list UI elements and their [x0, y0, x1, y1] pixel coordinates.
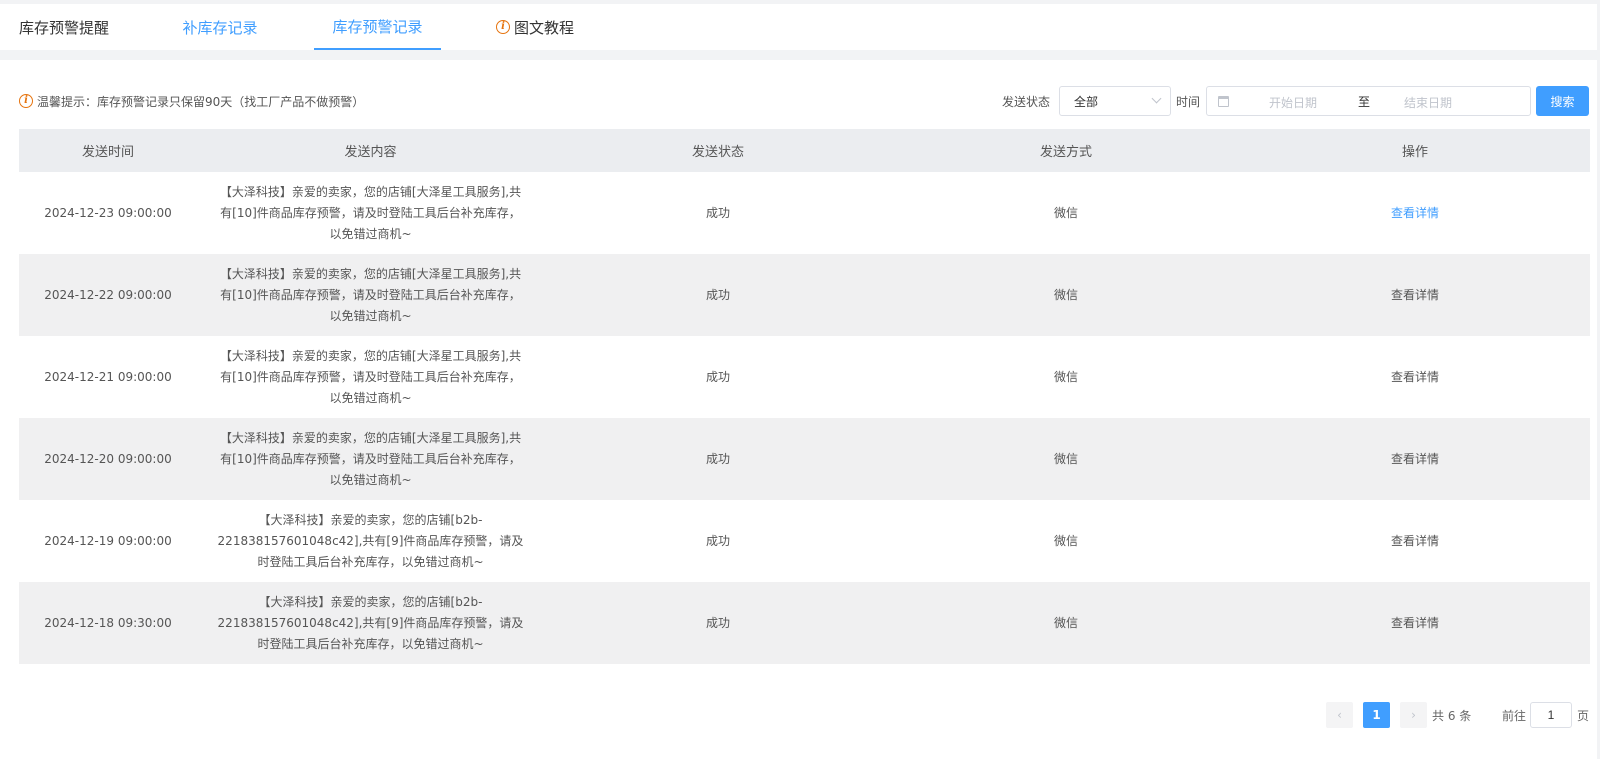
cell-send-status: 成功: [544, 582, 892, 664]
cell-send-method: 微信: [892, 254, 1240, 336]
cell-send-content: 【大泽科技】亲爱的卖家，您的店铺[大泽星工具服务],共有[10]件商品库存预警，…: [219, 184, 522, 241]
cell-send-time: 2024-12-22 09:00:00: [19, 254, 197, 336]
cell-send-status: 成功: [705, 533, 730, 548]
total-count: 共 6 条: [1432, 708, 1472, 723]
chevron-down-icon: [1151, 93, 1162, 104]
date-separator: 至: [1358, 95, 1371, 109]
cell-action: 查看详情: [1240, 336, 1590, 418]
cell-send-status: 成功: [544, 418, 892, 500]
page-title: 库存预警提醒: [19, 18, 110, 37]
status-select[interactable]: 全部: [1059, 86, 1171, 116]
calendar-icon: [1218, 96, 1229, 107]
cell-send-status: 成功: [705, 205, 730, 220]
cell-send-method: 微信: [1053, 205, 1078, 220]
search-button[interactable]: 搜索: [1536, 86, 1589, 116]
header-send-status: 发送状态: [544, 129, 892, 172]
view-details-link[interactable]: 查看详情: [1391, 452, 1439, 466]
cell-send-content: 【大泽科技】亲爱的卖家，您的店铺[b2b-221838157601048c42]…: [217, 512, 524, 569]
header-action: 操作: [1240, 129, 1590, 172]
cell-send-method: 微信: [892, 582, 1240, 664]
view-details-link[interactable]: 查看详情: [1391, 616, 1439, 630]
cell-action: 查看详情: [1240, 582, 1590, 664]
cell-send-method: 微信: [1053, 533, 1078, 548]
table-row: 2024-12-19 09:00:00 【大泽科技】亲爱的卖家，您的店铺[b2b…: [19, 500, 1590, 582]
cell-send-time: 2024-12-18 09:30:00: [19, 582, 197, 664]
table-row: 2024-12-23 09:00:00 【大泽科技】亲爱的卖家，您的店铺[大泽星…: [19, 172, 1590, 254]
table-row: 2024-12-21 09:00:00 【大泽科技】亲爱的卖家，您的店铺[大泽星…: [19, 336, 1590, 418]
tab-warning-records[interactable]: 库存预警记录: [314, 4, 441, 50]
cell-action: 查看详情: [1240, 254, 1590, 336]
cell-send-time: 2024-12-19 09:00:00: [44, 533, 172, 548]
view-details-link[interactable]: 查看详情: [1391, 288, 1439, 302]
end-date-input[interactable]: 结束日期: [1404, 94, 1452, 111]
header-send-content: 发送内容: [197, 129, 544, 172]
records-table: 发送时间 发送内容 发送状态 发送方式 操作 2024-12-23 09:00:…: [19, 129, 1590, 664]
cell-send-content: 【大泽科技】亲爱的卖家，您的店铺[大泽星工具服务],共有[10]件商品库存预警，…: [219, 348, 522, 405]
table-row: 2024-12-22 09:00:00 【大泽科技】亲爱的卖家，您的店铺[大泽星…: [19, 254, 1590, 336]
cell-send-content: 【大泽科技】亲爱的卖家，您的店铺[b2b-221838157601048c42]…: [197, 582, 544, 664]
tab-bar: 库存预警提醒 补库存记录 库存预警记录 i 图文教程: [0, 4, 1597, 50]
start-date-input[interactable]: 开始日期: [1269, 94, 1317, 111]
info-icon: i: [19, 94, 33, 108]
cell-action: 查看详情: [1240, 500, 1590, 582]
cell-send-method: 微信: [892, 418, 1240, 500]
tip-text: i 温馨提示：库存预警记录只保留90天（找工厂产品不做预警）: [19, 93, 364, 109]
main-panel: i 温馨提示：库存预警记录只保留90天（找工厂产品不做预警） 发送状态 全部 时…: [0, 60, 1597, 759]
page-1-button[interactable]: 1: [1363, 702, 1390, 728]
table-header-row: 发送时间 发送内容 发送状态 发送方式 操作: [19, 129, 1590, 172]
cell-action: 查看详情: [1240, 418, 1590, 500]
cell-send-time: 2024-12-23 09:00:00: [44, 205, 172, 220]
cell-send-method: 微信: [1053, 369, 1078, 384]
tip-label: 温馨提示：库存预警记录只保留90天（找工厂产品不做预警）: [37, 94, 365, 109]
cell-send-content: 【大泽科技】亲爱的卖家，您的店铺[大泽星工具服务],共有[10]件商品库存预警，…: [197, 254, 544, 336]
table-row: 2024-12-20 09:00:00 【大泽科技】亲爱的卖家，您的店铺[大泽星…: [19, 418, 1590, 500]
view-details-link[interactable]: 查看详情: [1391, 370, 1439, 384]
page-unit-label: 页: [1577, 708, 1590, 723]
tab-tutorial-label: 图文教程: [513, 18, 574, 37]
cell-send-status: 成功: [544, 254, 892, 336]
cell-send-status: 成功: [705, 369, 730, 384]
view-details-link[interactable]: 查看详情: [1391, 534, 1439, 548]
header-send-method: 发送方式: [892, 129, 1240, 172]
cell-action: 查看详情: [1240, 172, 1590, 254]
tab-tutorial[interactable]: i 图文教程: [487, 4, 583, 50]
cell-send-content: 【大泽科技】亲爱的卖家，您的店铺[大泽星工具服务],共有[10]件商品库存预警，…: [197, 418, 544, 500]
page-jump-input[interactable]: [1530, 702, 1572, 728]
view-details-link[interactable]: 查看详情: [1391, 206, 1439, 220]
info-icon: i: [495, 20, 510, 34]
header-send-time: 发送时间: [19, 129, 197, 172]
cell-send-time: 2024-12-20 09:00:00: [19, 418, 197, 500]
goto-label: 前往: [1502, 708, 1527, 723]
chevron-left-icon[interactable]: ‹: [1326, 702, 1353, 728]
date-range-picker[interactable]: 开始日期 至 结束日期: [1206, 86, 1531, 116]
cell-send-time: 2024-12-21 09:00:00: [44, 369, 172, 384]
time-filter-label: 时间: [1176, 95, 1201, 109]
status-filter-label: 发送状态: [1002, 95, 1051, 109]
table-row: 2024-12-18 09:30:00 【大泽科技】亲爱的卖家，您的店铺[b2b…: [19, 582, 1590, 664]
tab-restock-records[interactable]: 补库存记录: [165, 4, 275, 50]
status-select-value: 全部: [1074, 94, 1099, 109]
chevron-right-icon[interactable]: ›: [1400, 702, 1427, 728]
